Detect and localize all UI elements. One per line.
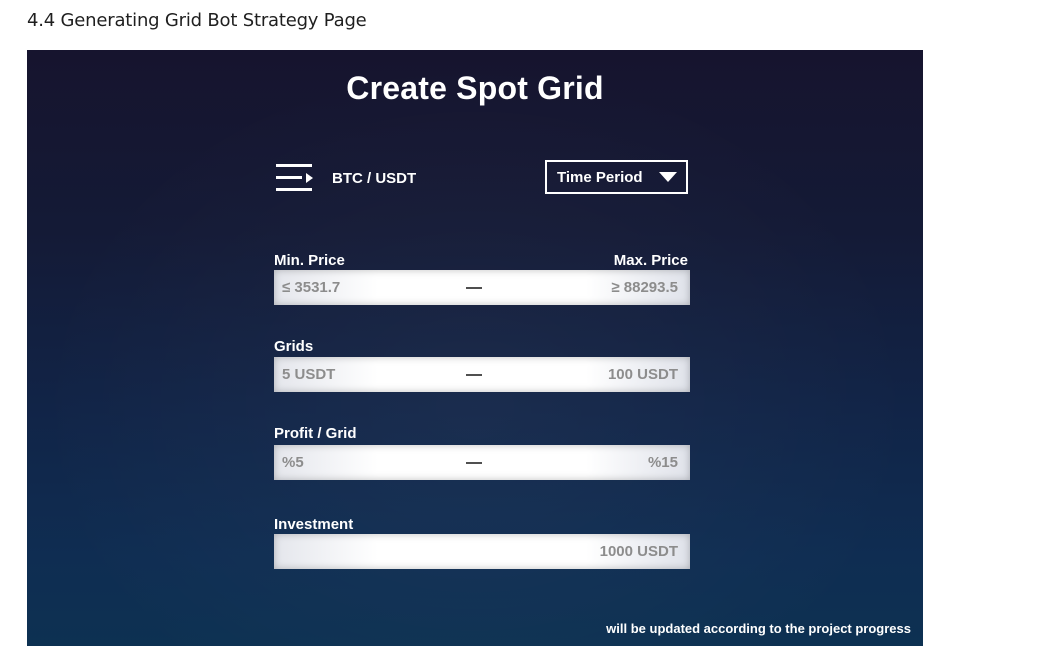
profit-max-input[interactable]: %15	[648, 454, 678, 471]
grids-range-field[interactable]: 5 USDT 100 USDT	[274, 357, 690, 392]
grids-label: Grids	[274, 338, 314, 355]
min-price-label: Min. Price	[274, 252, 345, 269]
price-range-field[interactable]: ≤ 3531.7 ≥ 88293.5	[274, 270, 690, 305]
max-price-input[interactable]: ≥ 88293.5	[611, 279, 678, 296]
range-dash	[466, 374, 482, 376]
document-heading: 4.4 Generating Grid Bot Strategy Page	[27, 10, 367, 31]
profit-min-input[interactable]: %5	[282, 454, 304, 471]
page-title: Create Spot Grid	[346, 70, 604, 106]
range-dash	[466, 287, 482, 289]
grids-max-input[interactable]: 100 USDT	[608, 366, 678, 383]
caret-down-icon	[658, 172, 677, 182]
min-price-input[interactable]: ≤ 3531.7	[282, 279, 340, 296]
time-period-dropdown[interactable]: Time Period	[545, 160, 688, 194]
profit-range-field[interactable]: %5 %15	[274, 445, 690, 480]
trading-pair-selector[interactable]: BTC / USDT	[276, 162, 416, 194]
investment-input[interactable]: 1000 USDT	[600, 543, 678, 560]
max-price-label: Max. Price	[613, 252, 688, 269]
range-dash	[466, 462, 482, 464]
grids-min-input[interactable]: 5 USDT	[282, 366, 335, 383]
progress-footnote: will be updated according to the project…	[606, 621, 911, 636]
profit-per-grid-label: Profit / Grid	[274, 425, 357, 442]
investment-label: Investment	[274, 516, 354, 533]
trading-pair-label: BTC / USDT	[332, 169, 417, 187]
time-period-label: Time Period	[557, 168, 643, 186]
list-arrow-icon[interactable]	[276, 162, 314, 194]
investment-field[interactable]: 1000 USDT	[274, 534, 690, 569]
create-spot-grid-screen: Create Spot Grid BTC / USDT Time Period …	[27, 50, 923, 646]
